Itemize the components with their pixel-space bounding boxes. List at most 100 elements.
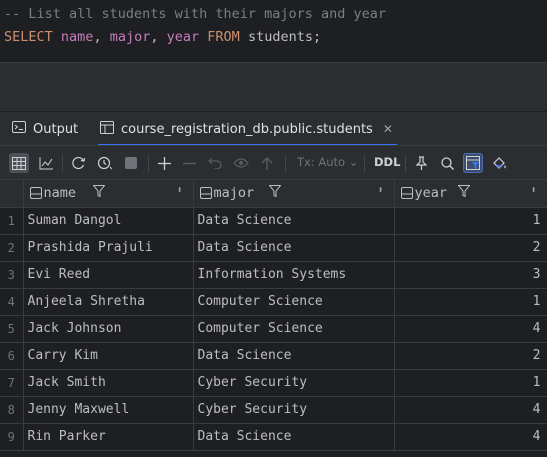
results-grid: name ⬍ major ⬍ year ⬍ 1 Suman Dangol Data …	[0, 180, 547, 451]
toolbar-separator	[364, 155, 365, 172]
cell-year[interactable]: 1	[394, 207, 547, 235]
table-row[interactable]: 8 Jenny Maxwell Cyber Security 4	[0, 396, 547, 424]
table-row[interactable]: 3 Evi Reed Information Systems 3	[0, 261, 547, 289]
table-row[interactable]: 1 Suman Dangol Data Science 1	[0, 207, 547, 235]
revert-icon[interactable]	[205, 153, 225, 173]
sql-comma: ,	[150, 29, 159, 45]
refresh-icon[interactable]	[68, 153, 88, 173]
sort-icon[interactable]: ⬍	[176, 185, 182, 196]
sort-icon[interactable]: ⬍	[377, 185, 383, 196]
table-row[interactable]: 6 Carry Kim Data Science 2	[0, 342, 547, 370]
toolbar-separator	[405, 155, 406, 172]
table-row[interactable]: 2 Prashida Prajuli Data Science 2	[0, 234, 547, 262]
tab-output[interactable]: Output	[12, 112, 78, 146]
chart-view-icon[interactable]	[36, 153, 56, 173]
sql-keyword-from: FROM	[207, 29, 240, 45]
cell-name[interactable]: Anjeela Shretha	[23, 288, 194, 316]
pin-icon[interactable]	[411, 153, 431, 173]
filter-icon[interactable]	[267, 185, 282, 200]
row-number[interactable]: 9	[0, 423, 24, 451]
column-header-label: name	[43, 185, 77, 201]
cell-major[interactable]: Data Science	[193, 207, 395, 235]
table-row[interactable]: 4 Anjeela Shretha Computer Science 1	[0, 288, 547, 316]
row-number[interactable]: 2	[0, 234, 24, 262]
sql-keyword-select: SELECT	[4, 29, 53, 45]
sql-comma: ,	[93, 29, 102, 45]
column-header-name[interactable]: name ⬍	[23, 180, 194, 208]
history-icon[interactable]	[95, 153, 115, 173]
sql-column-year: year	[166, 29, 200, 45]
panel-gap	[0, 68, 547, 111]
cell-major[interactable]: Computer Science	[193, 315, 395, 343]
cell-year[interactable]: 1	[394, 288, 547, 316]
preview-changes-icon[interactable]	[231, 153, 251, 173]
cell-year[interactable]: 2	[394, 342, 547, 370]
cell-major[interactable]: Information Systems	[193, 261, 395, 289]
tab-output-label: Output	[33, 121, 79, 137]
cell-year[interactable]: 4	[394, 423, 547, 451]
row-number[interactable]: 7	[0, 369, 24, 397]
cell-major[interactable]: Computer Science	[193, 288, 395, 316]
cell-year[interactable]: 1	[394, 369, 547, 397]
cell-name[interactable]: Evi Reed	[23, 261, 194, 289]
cell-year[interactable]: 4	[394, 396, 547, 424]
cell-major[interactable]: Data Science	[193, 234, 395, 262]
sql-column-name: name	[60, 29, 94, 45]
row-number[interactable]: 6	[0, 342, 24, 370]
paint-bucket-icon[interactable]	[490, 153, 510, 173]
chevron-down-icon: ⌄	[348, 155, 359, 169]
tab-results-label: course_registration_db.public.students	[121, 121, 373, 137]
sql-comment: -- List all students with their majors a…	[4, 6, 387, 22]
column-icon	[199, 187, 212, 202]
row-number[interactable]: 5	[0, 315, 24, 343]
table-row[interactable]: 7 Jack Smith Cyber Security 1	[0, 369, 547, 397]
filter-panel-icon[interactable]	[463, 153, 483, 173]
column-icon	[400, 187, 413, 202]
toolbar-separator	[62, 155, 63, 172]
cell-major[interactable]: Cyber Security	[193, 369, 395, 397]
cell-name[interactable]: Prashida Prajuli	[23, 234, 194, 262]
filter-icon[interactable]	[91, 185, 106, 200]
transaction-mode-label: Tx: Auto	[297, 155, 346, 169]
submit-icon[interactable]	[257, 153, 277, 173]
sql-table-name: students;	[247, 29, 322, 45]
filter-icon[interactable]	[456, 185, 471, 200]
cell-name[interactable]: Suman Dangol	[23, 207, 194, 235]
cell-name[interactable]: Jenny Maxwell	[23, 396, 194, 424]
sql-editor[interactable]: -- List all students with their majors a…	[0, 0, 547, 67]
cell-name[interactable]: Jack Johnson	[23, 315, 194, 343]
table-view-icon[interactable]	[9, 153, 29, 173]
cell-year[interactable]: 4	[394, 315, 547, 343]
close-icon[interactable]: ✕	[383, 122, 393, 136]
cell-year[interactable]: 2	[394, 234, 547, 262]
transaction-mode-dropdown[interactable]: Tx: Auto ⌄	[297, 155, 358, 169]
cell-name[interactable]: Jack Smith	[23, 369, 194, 397]
column-header-label: major	[213, 185, 255, 201]
search-icon[interactable]	[437, 153, 457, 173]
cell-major[interactable]: Data Science	[193, 342, 395, 370]
table-icon	[100, 120, 114, 138]
table-row[interactable]: 5 Jack Johnson Computer Science 4	[0, 315, 547, 343]
column-header-major[interactable]: major ⬍	[193, 180, 395, 208]
sort-icon[interactable]: ⬍	[530, 185, 536, 196]
sql-column-major: major	[109, 29, 151, 45]
row-number[interactable]: 8	[0, 396, 24, 424]
row-number[interactable]: 4	[0, 288, 24, 316]
column-header-year[interactable]: year ⬍	[394, 180, 547, 208]
row-number[interactable]: 3	[0, 261, 24, 289]
cell-major[interactable]: Data Science	[193, 423, 395, 451]
row-number[interactable]: 1	[0, 207, 24, 235]
cell-name[interactable]: Carry Kim	[23, 342, 194, 370]
toolbar-separator	[148, 155, 149, 172]
cell-name[interactable]: Rin Parker	[23, 423, 194, 451]
stop-icon[interactable]	[121, 153, 141, 173]
column-header-label: year	[414, 185, 448, 201]
cell-year[interactable]: 3	[394, 261, 547, 289]
tab-results[interactable]: course_registration_db.public.students ✕	[98, 112, 397, 146]
ddl-button[interactable]: DDL	[374, 155, 400, 169]
delete-row-icon[interactable]	[179, 153, 199, 173]
column-icon	[29, 187, 42, 202]
cell-major[interactable]: Cyber Security	[193, 396, 395, 424]
table-row[interactable]: 9 Rin Parker Data Science 4	[0, 423, 547, 451]
add-row-icon[interactable]	[154, 153, 174, 173]
